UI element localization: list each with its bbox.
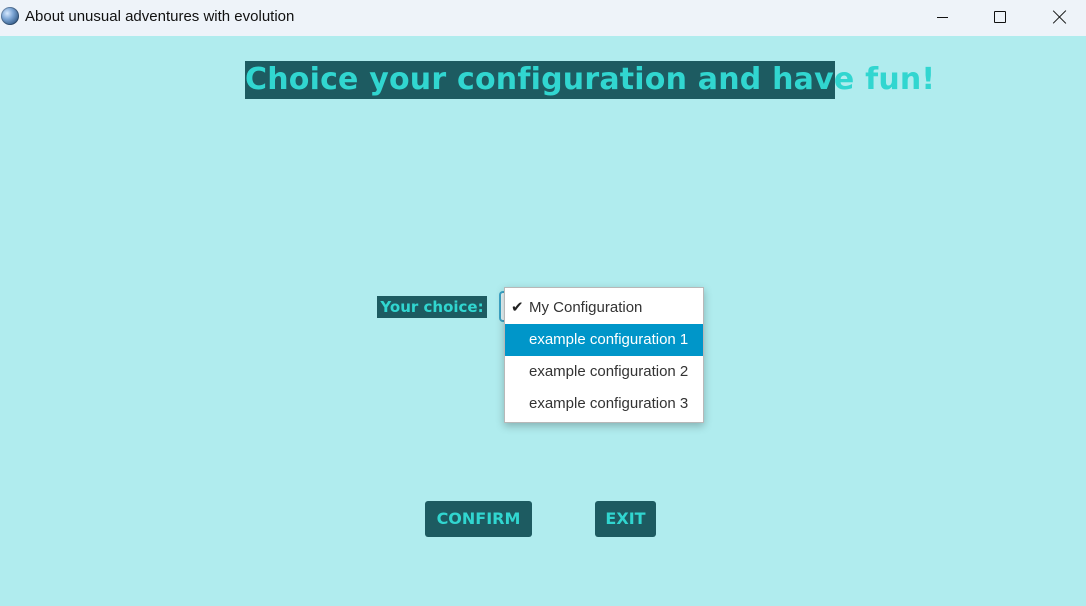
close-icon (1052, 10, 1066, 24)
minimize-button[interactable] (913, 0, 971, 34)
maximize-icon (994, 11, 1006, 23)
dropdown-option-example-3[interactable]: example configuration 3 (505, 388, 703, 420)
dropdown-option-label: My Configuration (529, 299, 643, 316)
dropdown-option-label: example configuration 3 (529, 395, 689, 412)
configuration-dropdown-list[interactable]: ✔ My Configuration example configuration… (504, 287, 704, 423)
page-title: Choice your configuration and have fun! (245, 61, 936, 99)
exit-button[interactable]: EXIT (595, 501, 656, 537)
maximize-button[interactable] (971, 0, 1029, 34)
dropdown-option-label: example configuration 1 (529, 331, 689, 348)
close-button[interactable] (1030, 0, 1086, 34)
dropdown-option-example-1[interactable]: example configuration 1 (505, 324, 703, 356)
choice-label: Your choice: (377, 296, 487, 318)
confirm-button[interactable]: CONFIRM (425, 501, 532, 537)
dropdown-option-my-configuration[interactable]: ✔ My Configuration (505, 292, 703, 324)
checkmark-icon: ✔ (511, 299, 524, 316)
dropdown-option-label: example configuration 2 (529, 363, 689, 380)
minimize-icon (936, 16, 948, 18)
dropdown-option-example-2[interactable]: example configuration 2 (505, 356, 703, 388)
window-titlebar: About unusual adventures with evolution (0, 0, 1086, 36)
window-title: About unusual adventures with evolution (25, 8, 295, 25)
globe-icon (1, 7, 19, 25)
